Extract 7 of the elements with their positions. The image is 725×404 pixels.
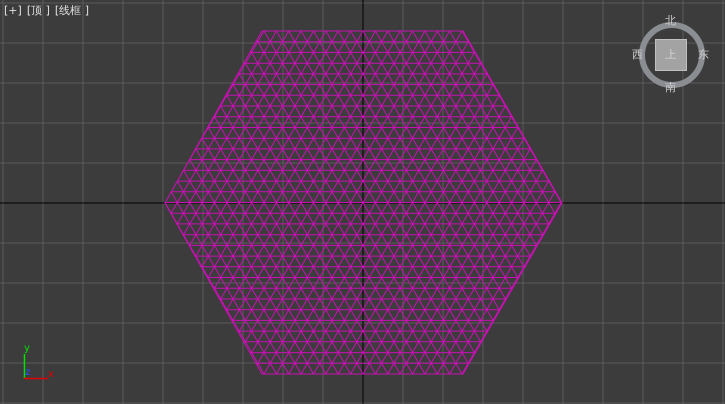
axis-label: y [24,344,30,354]
viewport-label[interactable]: [顶 ] [26,4,50,18]
axis-gizmo-drawing [24,354,48,380]
viewport-label[interactable]: [+] [4,4,22,18]
axis-label: x [48,370,54,380]
axis-label: z [25,368,30,378]
viewport-label[interactable]: [线框 ] [54,4,89,18]
